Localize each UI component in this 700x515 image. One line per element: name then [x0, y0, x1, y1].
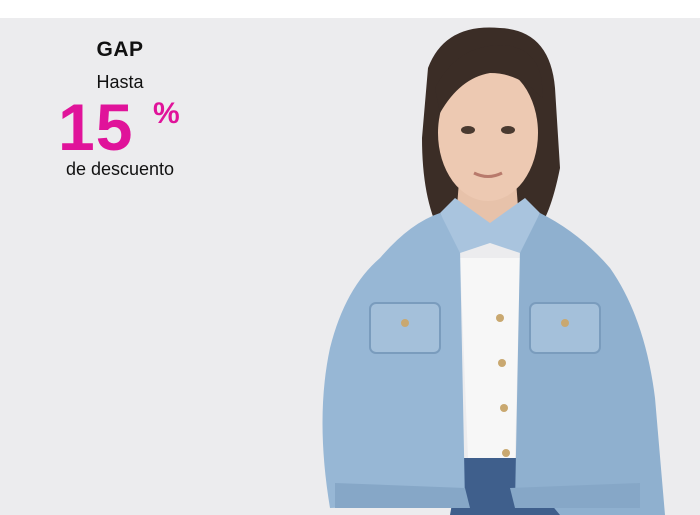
percent-sign: %	[153, 97, 180, 130]
discount-value: 15	[58, 90, 134, 164]
brand-name: GAP	[96, 38, 144, 61]
promo-text-block: GAP Hasta 15 % de descuento	[40, 38, 200, 180]
model-denim-jacket-photo	[322, 27, 665, 515]
promo-banner[interactable]: GAP Hasta 15 % de descuento	[0, 18, 700, 515]
discount-amount: 15 %	[40, 91, 200, 163]
